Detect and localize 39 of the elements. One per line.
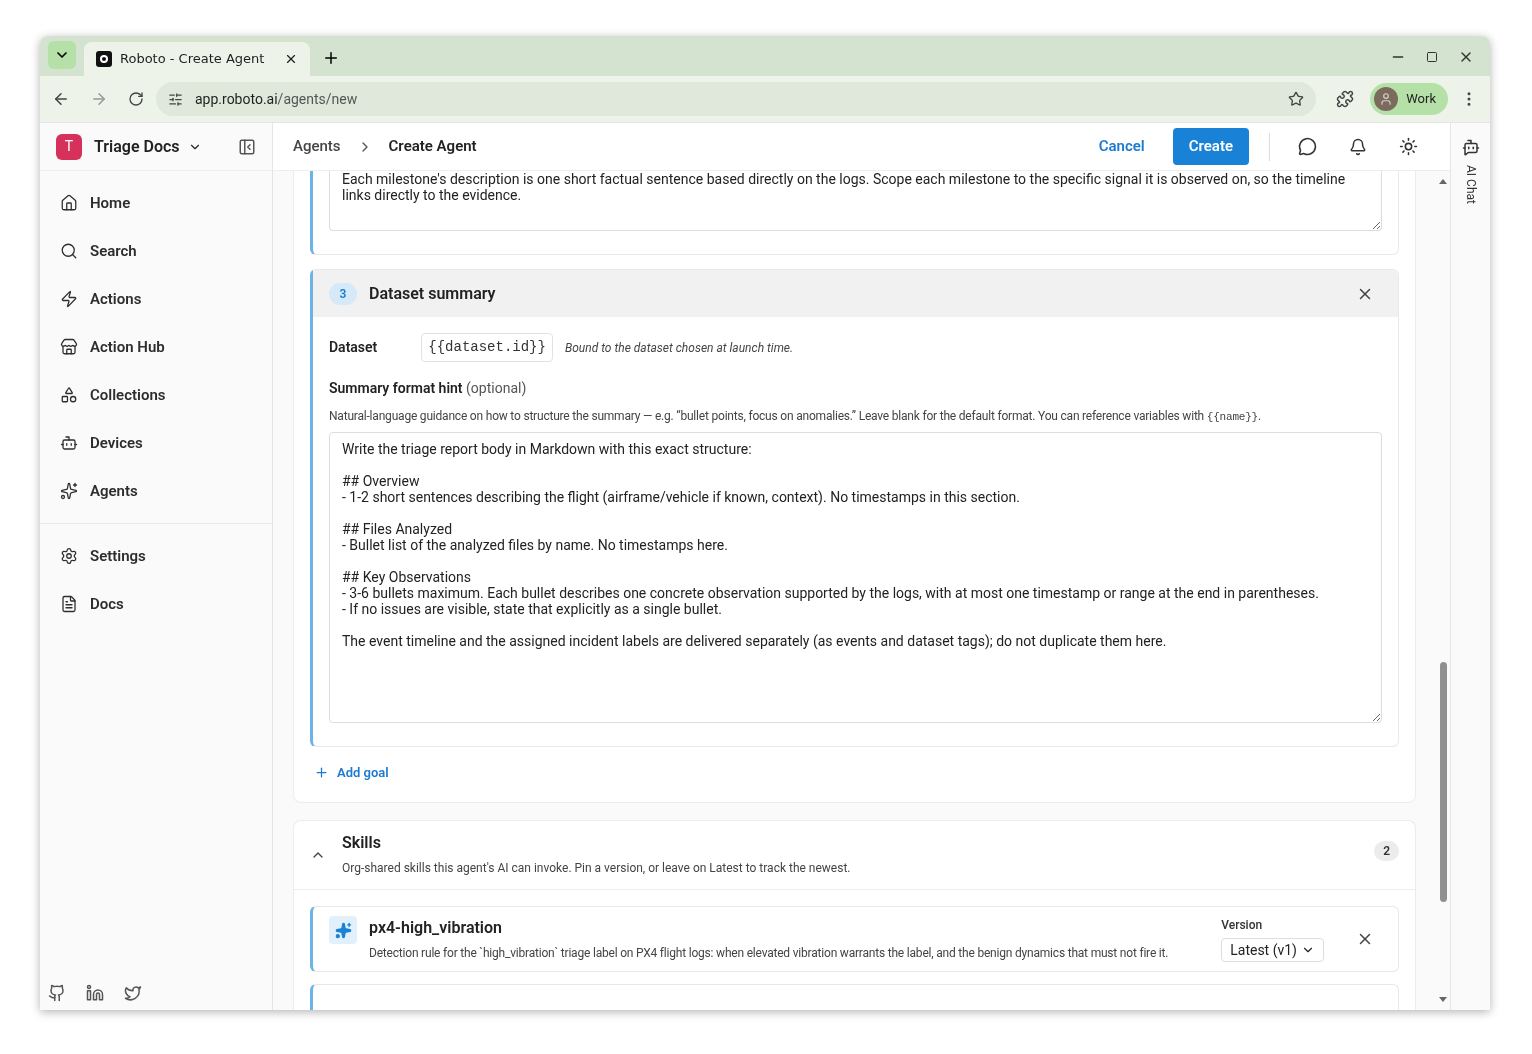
- prompt-field[interactable]: Each milestone's description is one short factual sentence based directly on the logs. Scope each milestone to the specific signal it is observed on, so the timeline links directly to the evidence.: [329, 171, 1382, 231]
- url-text: app.roboto.ai/agents/new: [195, 89, 359, 109]
- workspace-switcher[interactable]: Triage Docs: [94, 134, 202, 159]
- ai-chat-tab[interactable]: AI Chat: [1461, 165, 1480, 204]
- field-label: Summary format hint (optional): [329, 380, 527, 396]
- add-goal-button[interactable]: Add goal: [314, 762, 389, 782]
- dataset-variable: {{dataset.id}}: [421, 333, 553, 362]
- sidebar-item[interactable]: Action Hub: [40, 323, 272, 371]
- sidebar-item[interactable]: Agents: [40, 467, 272, 515]
- cancel-button[interactable]: Cancel: [1086, 135, 1157, 158]
- step-number: 3: [329, 282, 357, 305]
- sidebar-item[interactable]: Settings: [40, 532, 272, 580]
- sidebar-item[interactable]: Search: [40, 227, 272, 275]
- field-help-text: Natural-language guidance on how to structure the summary — e.g. “bullet points, focus on anomalies.” Leave blank for the default format. You can reference variables with {{name}}.: [329, 408, 1262, 425]
- summary-hint-field[interactable]: Write the triage report body in Markdown with this exact structure: ## Overview - 1-2 short sentences describing the flight (airframe/vehicle if known, context). No timestamps in this section. ## Files Analyzed - Bullet list of the analyzed files by name. No timestamps here. ## Key Observations - 3-6 bullets maximum. Each bullet describes one concrete observation supported by the logs, with at most one timestamp or range at the end in parentheses. - If no issues are visible, state that explicitly as a single bullet. The event timeline and the assigned incident labels are delivered separately (as events and dataset tags); do not duplicate them here.: [329, 431, 1382, 723]
- goal-title: Dataset summary: [369, 282, 496, 305]
- sidebar-item[interactable]: Docs: [40, 580, 272, 628]
- workspace-avatar: T: [56, 133, 82, 160]
- section-title: Skills: [342, 832, 382, 854]
- skill-name: px4-high_vibration: [369, 917, 504, 939]
- sidebar-item[interactable]: Collections: [40, 371, 272, 419]
- dataset-note: Bound to the dataset chosen at launch time.: [564, 339, 794, 357]
- sidebar-item[interactable]: Home: [40, 179, 272, 227]
- address-bar[interactable]: app.roboto.ai/agents/new: [156, 82, 1317, 116]
- profile-name: Work: [1406, 90, 1436, 109]
- version-select[interactable]: Latest (v1): [1221, 938, 1324, 962]
- count-badge: 2: [1374, 841, 1399, 861]
- sidebar-item[interactable]: Actions: [40, 275, 272, 323]
- create-button[interactable]: Create: [1172, 128, 1249, 165]
- profile-chip[interactable]: Work: [1370, 83, 1448, 115]
- section-subtitle: Org-shared skills this agent's AI can invoke. Pin a version, or leave on Latest to track the newest.: [342, 860, 852, 877]
- field-label: Version: [1221, 917, 1264, 934]
- skill-description: Detection rule for the `high_vibration` triage label on PX4 flight logs: when elevated vibration warrants the label, and the benign dynamics that must not fire it.: [369, 945, 1170, 962]
- tab-title: Roboto - Create Agent: [120, 50, 266, 69]
- breadcrumb[interactable]: Create Agent: [388, 135, 477, 158]
- browser-tab[interactable]: Roboto - Create Agent: [84, 42, 310, 76]
- breadcrumb[interactable]: Agents: [293, 135, 341, 158]
- field-label: Dataset: [329, 338, 378, 357]
- sidebar-item[interactable]: Devices: [40, 419, 272, 467]
